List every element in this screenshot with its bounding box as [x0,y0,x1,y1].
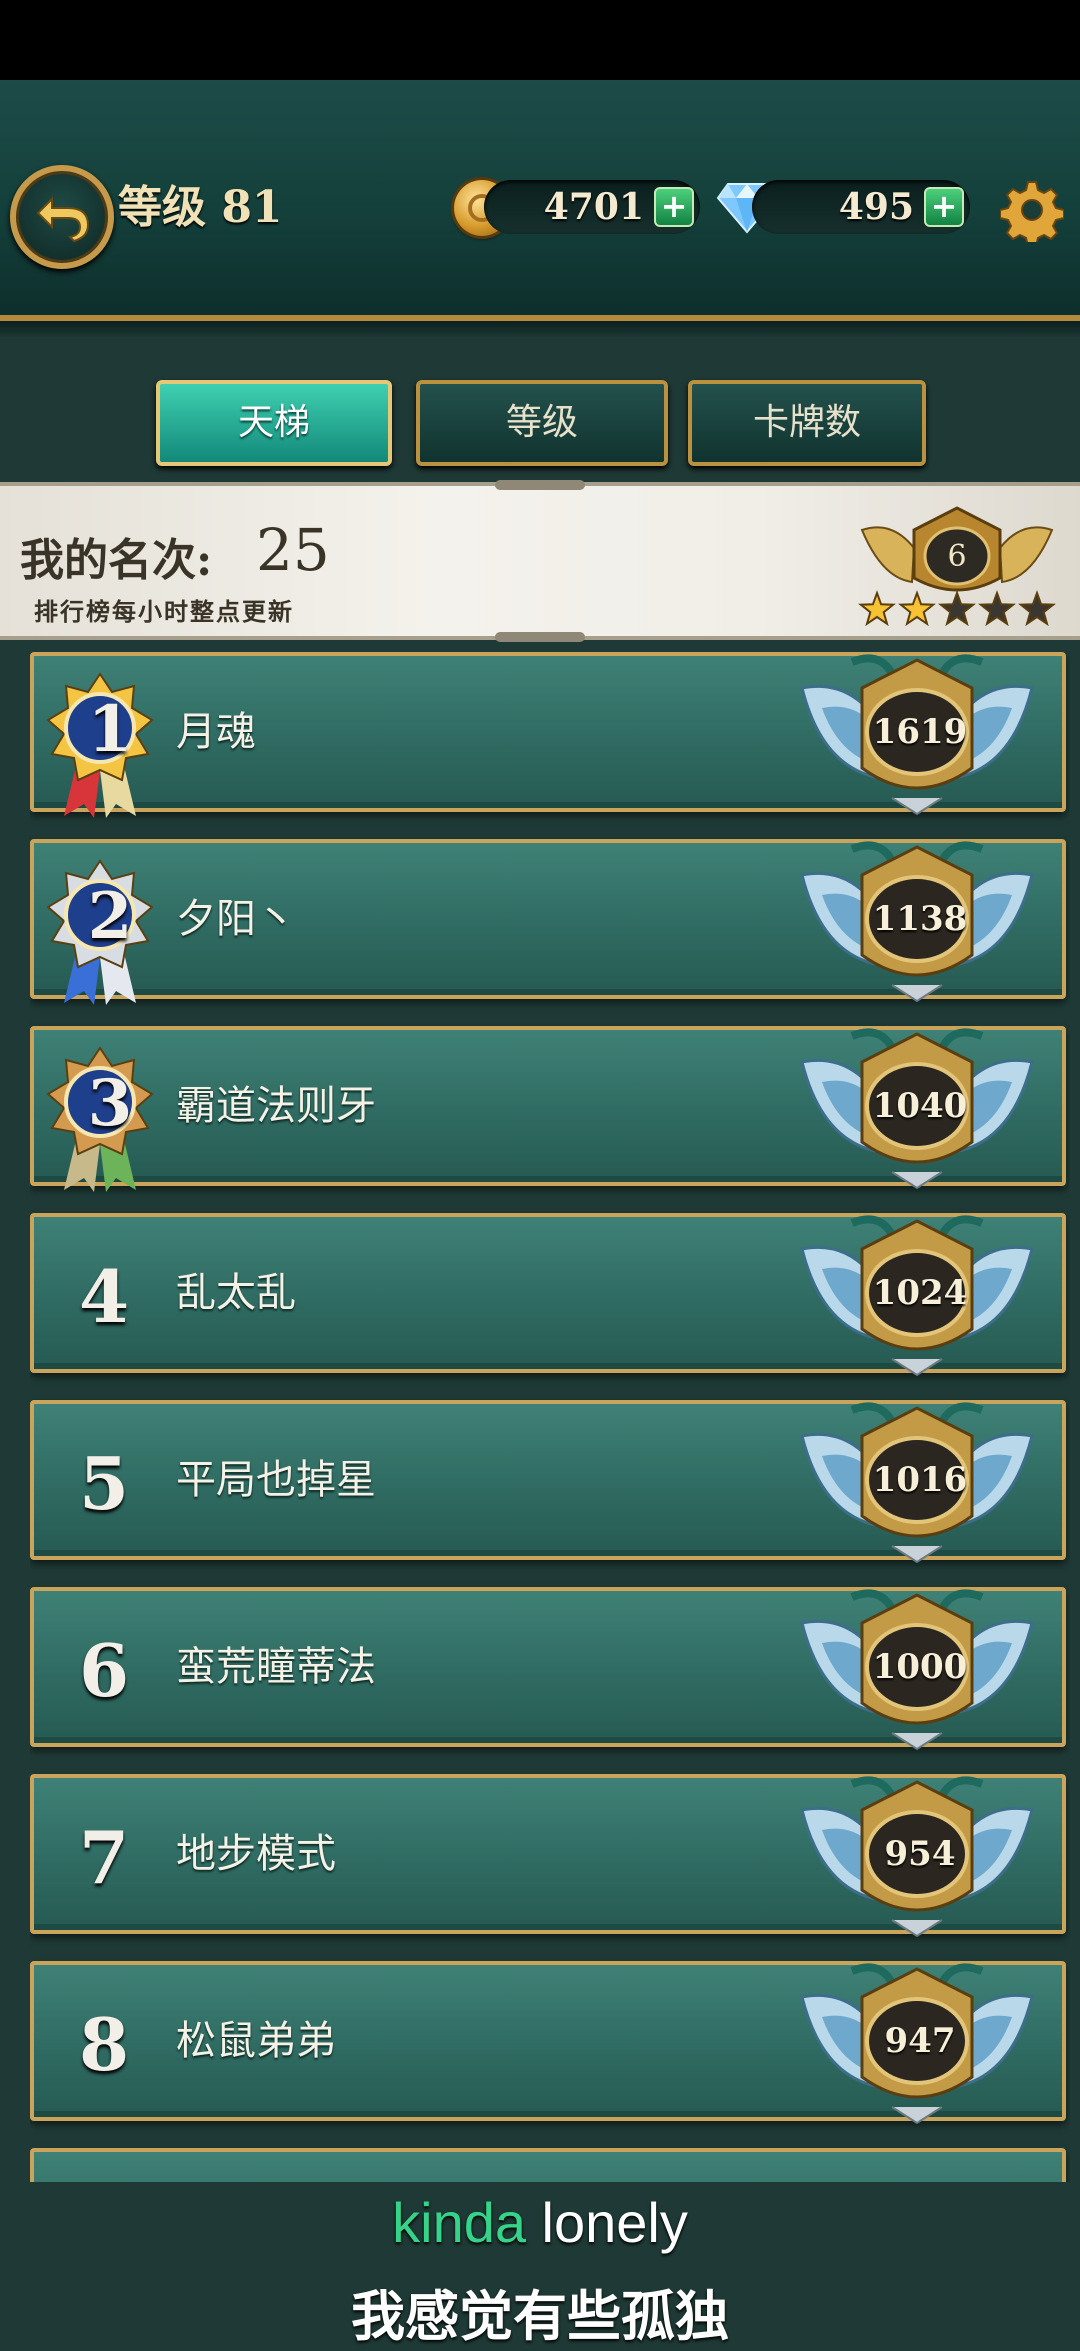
player-name: 夕阳丶 [176,896,296,942]
ladder-score: 947 [884,2021,956,2061]
player-name: 霸道法则牙 [176,1083,376,1129]
star-icon [898,590,936,627]
ranking-tabs: 天梯 等级 卡牌数 [156,380,926,472]
leaderboard-row[interactable]: 2 夕阳丶 1138 [30,839,1066,1005]
leaderboard-row[interactable]: 3 霸道法则牙 1040 [30,1026,1066,1192]
rank-badge-level: 6 [947,539,966,574]
back-button[interactable] [10,165,114,269]
subtitle-highlight-word: kinda [392,2191,526,2254]
panel-ornament-bottom [495,632,585,642]
rank-number: 8 [78,2002,130,2087]
player-name: 地步模式 [176,1831,336,1877]
rank-medal-icon: 6 [858,506,1056,627]
my-rank-label: 我的名次: [20,535,213,586]
rank-number: 2 [87,879,133,954]
ladder-score: 1619 [872,712,968,752]
tab-level[interactable]: 等级 [416,380,668,466]
player-name: 松鼠弟弟 [176,2018,336,2064]
leaderboard-row[interactable]: 8 松鼠弟弟 947 [30,1961,1066,2125]
ladder-score: 954 [884,1834,956,1874]
add-diamond-button[interactable]: + [924,187,964,227]
star-icon [938,590,976,627]
rank-number: 6 [78,1628,130,1713]
update-note: 排行榜每小时整点更新 [34,597,294,626]
ladder-score: 1138 [872,899,968,939]
ladder-score: 1024 [872,1273,968,1313]
player-name: 月魂 [176,709,256,755]
panel-ornament-top [495,480,585,490]
player-level: 等级 81 [118,182,283,233]
subtitle-chinese: 我感觉有些孤独 [351,2285,729,2348]
diamond-amount: 495 [838,186,914,228]
gear-icon[interactable] [1000,178,1064,242]
ladder-score: 1040 [872,1086,968,1126]
player-name: 蛮荒瞳蒂法 [176,1644,376,1690]
rank-number: 4 [78,1254,130,1339]
leaderboard-row-partial[interactable] [30,2148,1066,2182]
ladder-score: 1016 [872,1460,968,1500]
leaderboard-row[interactable]: 7 地步模式 954 [30,1774,1066,1938]
leaderboard-row[interactable]: 4 乱太乱 1024 [30,1213,1066,1377]
player-name: 平局也掉星 [176,1457,376,1503]
gold-amount: 4701 [543,186,644,228]
diamond-counter: 495 + [752,180,970,234]
subtitle-english: kinda lonely [0,2190,1080,2255]
status-bar [0,0,1080,80]
rank-number: 5 [78,1441,130,1526]
star-icon [978,590,1016,627]
tab-ladder[interactable]: 天梯 [156,380,392,466]
subtitle-rest: lonely [526,2191,688,2254]
rank-number: 1 [87,692,133,767]
rank-number: 3 [87,1066,133,1141]
leaderboard-row[interactable]: 1 月魂 1619 [30,652,1066,818]
header-divider [0,321,1080,339]
star-icon [1018,590,1056,627]
leaderboard-list[interactable]: 1 月魂 1619 2 夕阳丶 1138 3 霸道法则牙 1040 4 乱太乱 1024 5 平局也掉星 1… [30,652,1070,2182]
rank-number: 7 [78,1815,130,1900]
rank-stars [858,590,1056,627]
add-gold-button[interactable]: + [654,187,694,227]
ladder-score: 1000 [872,1647,968,1687]
gold-counter: 4701 + [484,180,700,234]
tab-card-count[interactable]: 卡牌数 [688,380,926,466]
back-arrow-icon [36,196,90,243]
player-name: 乱太乱 [176,1270,296,1316]
leaderboard-row[interactable]: 5 平局也掉星 1016 [30,1400,1066,1564]
my-rank-value: 25 [256,516,330,584]
leaderboard-row[interactable]: 6 蛮荒瞳蒂法 1000 [30,1587,1066,1751]
star-icon [858,590,896,627]
